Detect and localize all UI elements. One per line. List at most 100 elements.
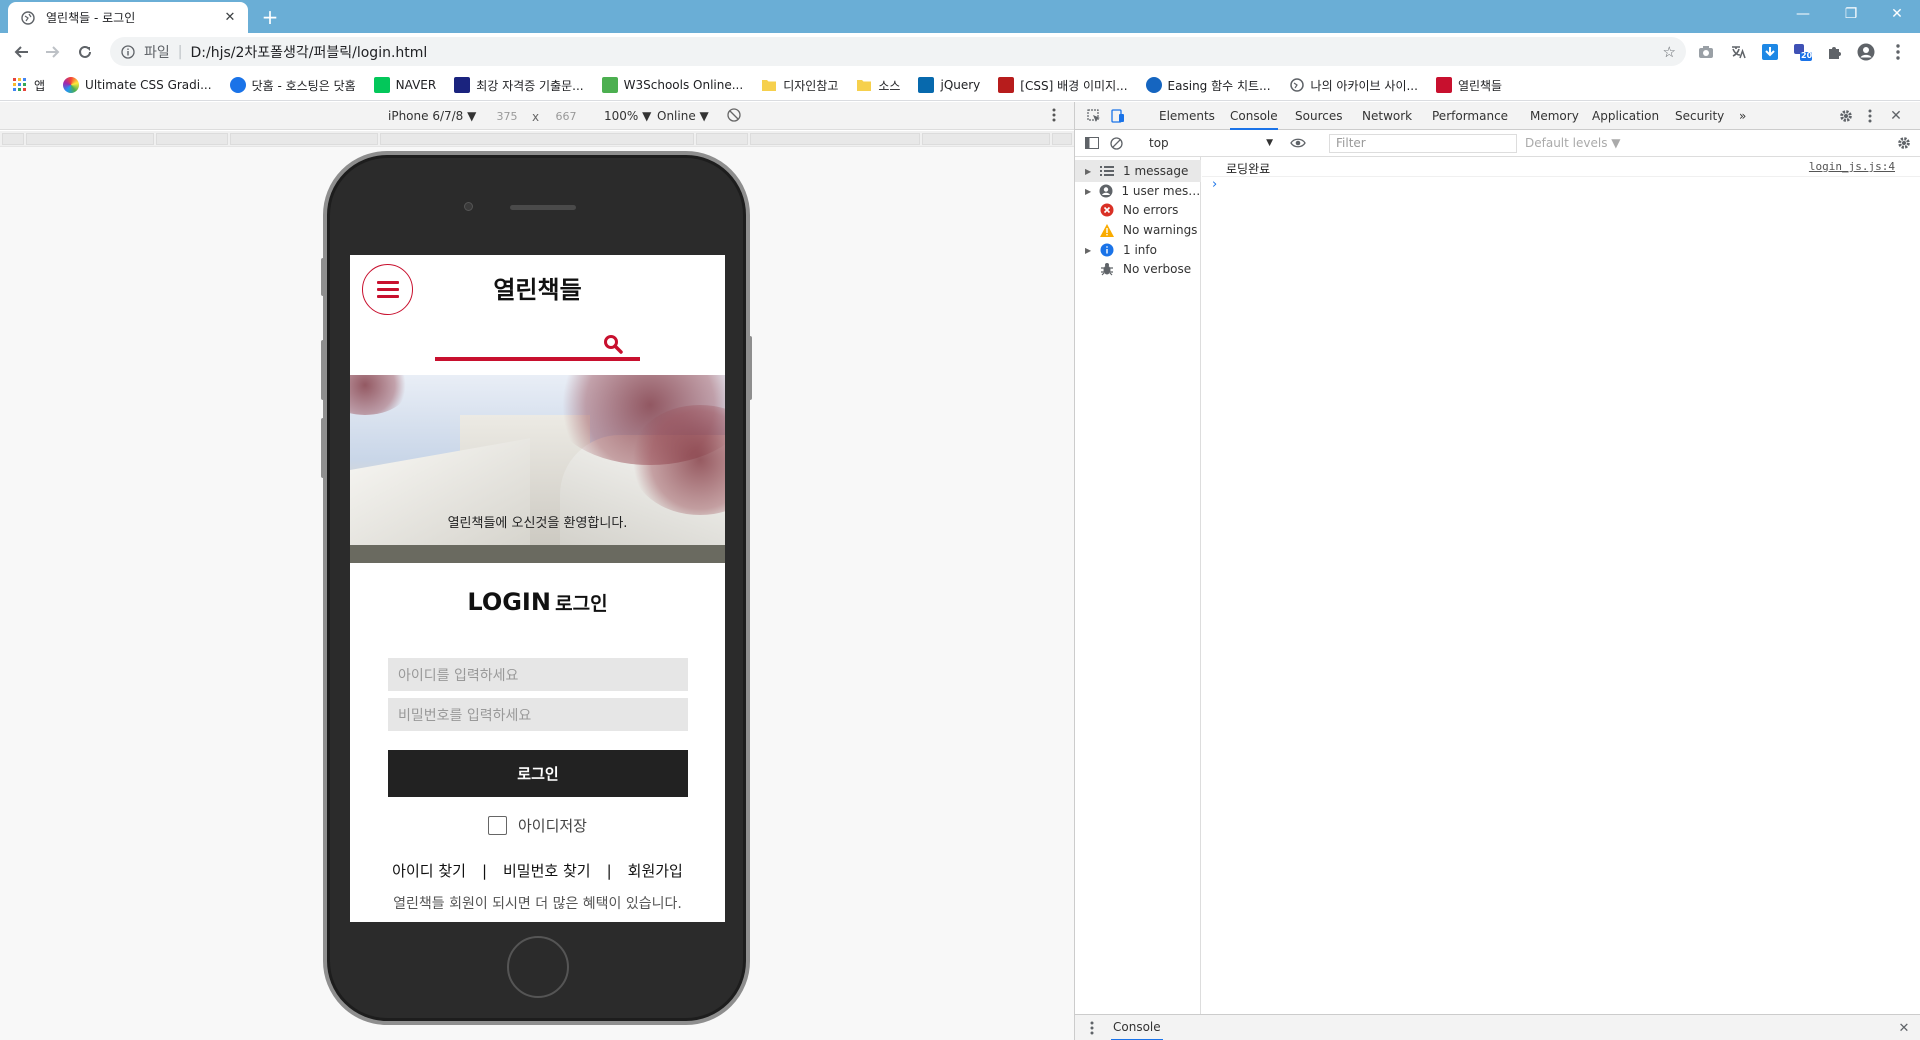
bookmark-item[interactable]: 최강 자격증 기출문... <box>454 77 584 94</box>
more-tabs-chevron[interactable]: » <box>1739 102 1746 130</box>
expand-arrow-icon[interactable]: ▶ <box>1085 167 1095 176</box>
clear-console-icon[interactable] <box>1107 134 1125 152</box>
bookmark-item[interactable]: 앱 <box>12 77 45 94</box>
console-sidebar-item[interactable]: ▶ 1 message <box>1075 160 1201 182</box>
console-sidebar-item[interactable]: No verbose <box>1075 258 1201 280</box>
address-url[interactable]: D:/hjs/2차포폴생각/퍼블릭/login.html <box>190 42 427 62</box>
search-input[interactable] <box>435 325 640 361</box>
device-select[interactable]: iPhone 6/7/8 ▼ <box>388 109 476 123</box>
bookmark-star-icon[interactable]: ☆ <box>1663 43 1676 61</box>
devtools-tab-network[interactable]: Network <box>1362 102 1412 130</box>
bookmark-item[interactable]: Easing 함수 치트... <box>1145 77 1271 94</box>
phone-home-button[interactable] <box>507 936 569 998</box>
ruler-segment[interactable] <box>1052 133 1072 145</box>
settings-gear-icon[interactable] <box>1837 107 1855 125</box>
forward-button[interactable] <box>40 40 64 64</box>
remember-id-checkbox[interactable] <box>487 816 507 835</box>
ruler-segment[interactable] <box>696 133 748 145</box>
bookmark-item[interactable]: 디자인참고 <box>761 77 838 94</box>
close-window-button[interactable]: ✕ <box>1874 0 1920 28</box>
devtools-tab-console[interactable]: Console <box>1230 102 1278 130</box>
console-output[interactable]: 로딩완료 login_js.js:4 › <box>1202 157 1920 1014</box>
devtools-tab-performance[interactable]: Performance <box>1432 102 1508 130</box>
console-sidebar-item[interactable]: No warnings <box>1075 219 1201 241</box>
browser-tab[interactable]: 열린책들 - 로그인 ✕ <box>8 2 248 33</box>
site-logo[interactable]: 열린책들 <box>350 270 725 305</box>
close-drawer-icon[interactable]: ✕ <box>1895 1019 1913 1037</box>
log-levels-select[interactable]: Default levels ▼ <box>1525 134 1621 153</box>
bookmark-item[interactable]: NAVER <box>373 77 436 93</box>
media-query-ruler[interactable] <box>0 131 1074 147</box>
reload-button[interactable] <box>73 40 97 64</box>
expand-arrow-icon[interactable]: ▶ <box>1085 246 1095 255</box>
camera-extension-icon[interactable] <box>1696 42 1716 62</box>
devtools-tab-security[interactable]: Security <box>1675 102 1724 130</box>
device-toggle-icon[interactable] <box>1109 107 1127 125</box>
drawer-tab-console[interactable]: Console <box>1111 1015 1163 1040</box>
drawer-menu-icon[interactable] <box>1083 1019 1101 1037</box>
inspect-element-icon[interactable] <box>1085 107 1103 125</box>
live-expression-eye-icon[interactable] <box>1289 134 1307 152</box>
ruler-segment[interactable] <box>156 133 228 145</box>
remember-id-label[interactable]: 아이디저장 <box>518 815 587 836</box>
console-filter-input[interactable]: Filter <box>1329 134 1517 153</box>
bookmark-item[interactable]: Ultimate CSS Gradi... <box>63 77 212 93</box>
restore-button[interactable]: ❐ <box>1828 0 1874 28</box>
join-link[interactable]: 회원가입 <box>628 860 683 881</box>
bookmark-item[interactable]: 나의 아카이브 사이... <box>1289 77 1418 94</box>
device-width-input[interactable]: 375 <box>487 107 527 126</box>
ruler-segment[interactable] <box>380 133 694 145</box>
back-button[interactable] <box>10 40 34 64</box>
bookmark-item[interactable]: 닷홈 - 호스팅은 닷홈 <box>229 77 356 94</box>
login-button[interactable]: 로그인 <box>388 750 688 797</box>
bookmark-label: Easing 함수 치트... <box>1167 78 1271 93</box>
console-prompt[interactable]: › <box>1212 177 1217 192</box>
minimize-button[interactable]: — <box>1780 0 1826 28</box>
device-height-input[interactable]: 667 <box>546 107 586 126</box>
sidebar-toggle-icon[interactable] <box>1083 134 1101 152</box>
more-menu-icon[interactable] <box>1888 42 1908 62</box>
devtools-tab-application[interactable]: Application <box>1592 102 1659 130</box>
user-id-field[interactable]: 아이디를 입력하세요 <box>388 658 688 691</box>
console-settings-gear-icon[interactable] <box>1895 134 1913 152</box>
bookmark-item[interactable]: 소스 <box>856 77 900 94</box>
context-select[interactable]: top ▼ <box>1145 134 1277 153</box>
zoom-select[interactable]: 100% ▼ <box>604 109 651 123</box>
profile-avatar-icon[interactable] <box>1856 42 1876 62</box>
bookmark-item[interactable]: W3Schools Online... <box>601 77 743 93</box>
expand-arrow-icon[interactable]: ▶ <box>1085 187 1094 196</box>
new-tab-button[interactable]: + <box>258 5 282 29</box>
find-id-link[interactable]: 아이디 찾기 <box>392 860 466 881</box>
devtools-menu-icon[interactable] <box>1861 107 1879 125</box>
close-tab-icon[interactable]: ✕ <box>222 10 238 26</box>
find-password-link[interactable]: 비밀번호 찾기 <box>503 860 591 881</box>
network-throttle-select[interactable]: Online ▼ <box>657 109 709 123</box>
bookmark-item[interactable]: jQuery <box>918 77 980 93</box>
extension-badge-icon[interactable]: 20 <box>1792 42 1812 62</box>
ruler-segment[interactable] <box>750 133 920 145</box>
ruler-segment[interactable] <box>26 133 154 145</box>
ruler-segment[interactable] <box>922 133 1050 145</box>
devtools-tab-memory[interactable]: Memory <box>1530 102 1579 130</box>
download-extension-icon[interactable] <box>1760 42 1780 62</box>
puzzle-extensions-icon[interactable] <box>1824 42 1844 62</box>
console-log-source-link[interactable]: login_js.js:4 <box>1809 160 1895 173</box>
device-more-icon[interactable] <box>1052 108 1056 125</box>
ruler-segment[interactable] <box>230 133 378 145</box>
ruler-segment[interactable] <box>2 133 24 145</box>
search-icon[interactable] <box>602 333 624 355</box>
console-sidebar-item[interactable]: No errors <box>1075 199 1201 221</box>
rotate-icon[interactable] <box>727 108 741 125</box>
translate-extension-icon[interactable] <box>1728 42 1748 62</box>
password-field[interactable]: 비밀번호를 입력하세요 <box>388 698 688 731</box>
bookmark-item[interactable]: [CSS] 배경 이미지... <box>998 77 1128 94</box>
address-bar[interactable]: 파일 | D:/hjs/2차포폴생각/퍼블릭/login.html ☆ <box>110 37 1686 66</box>
info-icon[interactable] <box>120 44 136 60</box>
devtools-tab-sources[interactable]: Sources <box>1295 102 1342 130</box>
bug-icon <box>1099 261 1115 277</box>
devtools-tab-elements[interactable]: Elements <box>1159 102 1215 130</box>
bookmark-item[interactable]: 열린책들 <box>1435 77 1503 94</box>
close-devtools-icon[interactable]: ✕ <box>1887 107 1905 125</box>
bookmark-label: 열린책들 <box>1457 78 1503 93</box>
address-scheme: 파일 <box>144 44 170 61</box>
